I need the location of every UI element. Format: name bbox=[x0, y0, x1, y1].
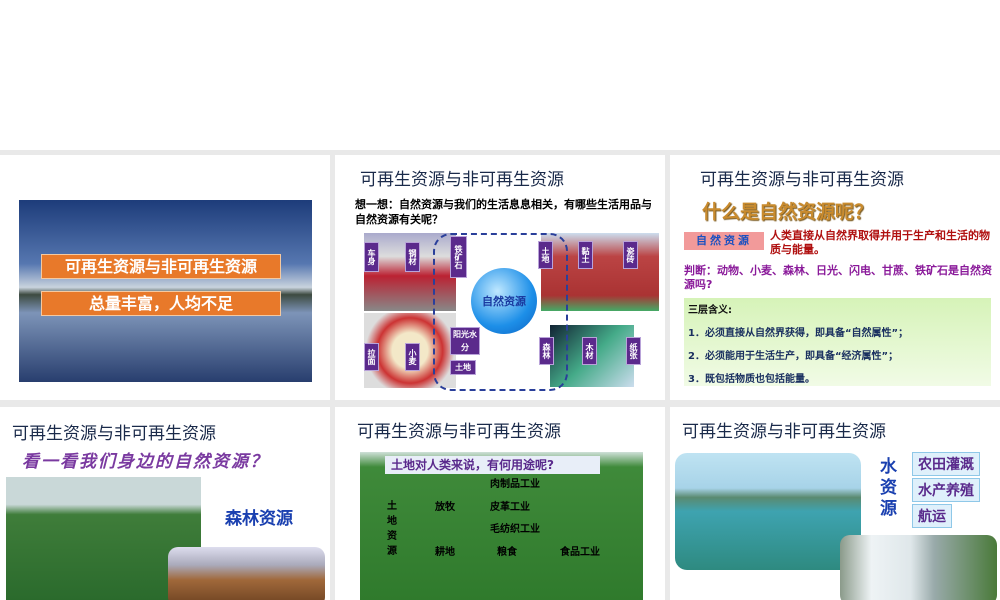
term-badge: 自然资源 bbox=[684, 232, 764, 250]
label-forest: 森林 bbox=[539, 337, 554, 365]
slide-title: 可再生资源与非可再生资源 bbox=[357, 422, 561, 442]
slide-thumbnail-2[interactable]: 可再生资源与非可再生资源 想一想：自然资源与我们的生活息息相关，有哪些生活用品与… bbox=[335, 155, 665, 400]
label-land-2: 土地 bbox=[450, 360, 476, 375]
question-banner: 土地对人类来说，有何用途呢? bbox=[385, 456, 600, 474]
meanings-box: 三层含义: 1．必须直接从自然界获得，即具备“自然属性”； 2．必须能用于生活生… bbox=[684, 298, 991, 386]
slide-thumbnail-5[interactable]: 可再生资源与非可再生资源 土地对人类来说，有何用途呢? 土地资源 放牧 耕地 肉… bbox=[335, 407, 665, 600]
dam-photo bbox=[840, 535, 997, 600]
meanings-title: 三层含义: bbox=[688, 305, 732, 316]
use-shipping: 航运 bbox=[912, 504, 952, 528]
slide-thumbnail-1[interactable]: 可再生资源与非可再生资源 总量丰富，人均不足 bbox=[0, 155, 330, 400]
slide-sorter-grid: 可再生资源与非可再生资源 总量丰富，人均不足 可再生资源与非可再生资源 想一想：… bbox=[0, 150, 1000, 600]
root-label: 土地资源 bbox=[387, 501, 397, 557]
timber-photo bbox=[168, 547, 325, 600]
slide-thumbnail-3[interactable]: 可再生资源与非可再生资源 什么是自然资源呢？ 自然资源 人类直接从自然界取得并用… bbox=[670, 155, 1000, 400]
natural-resource-circle: 自然资源 bbox=[471, 268, 537, 334]
question-heading: 看一看我们身边的自然资源？ bbox=[22, 452, 269, 472]
slide-title: 可再生资源与非可再生资源 bbox=[682, 422, 886, 442]
leaf-leather: 皮革工业 bbox=[490, 502, 530, 513]
slide-thumbnail-6[interactable]: 可再生资源与非可再生资源 水资源 农田灌溉 水产养殖 航运 bbox=[670, 407, 1000, 600]
label-wood: 木材 bbox=[582, 337, 597, 365]
meaning-2: 2．必须能用于生活生产，即具备“经济属性”； bbox=[688, 351, 899, 362]
use-irrigation: 农田灌溉 bbox=[912, 452, 980, 476]
slide-subtitle-banner: 总量丰富，人均不足 bbox=[41, 291, 281, 316]
meaning-1: 1．必须直接从自然界获得，即具备“自然属性”； bbox=[688, 328, 909, 339]
branch-farmland: 耕地 bbox=[435, 547, 455, 558]
label-body: 车身 bbox=[364, 242, 379, 272]
grain-label: 粮食 bbox=[497, 547, 517, 558]
slide-thumbnail-4[interactable]: 可再生资源与非可再生资源 看一看我们身边的自然资源？ 森林资源 bbox=[0, 407, 330, 600]
slide-title-banner: 可再生资源与非可再生资源 bbox=[41, 254, 281, 279]
label-clay: 黏土 bbox=[578, 241, 593, 269]
meaning-3: 3．既包括物质也包括能量。 bbox=[688, 374, 815, 385]
definition-text: 人类直接从自然界取得并用于生产和生活的物质与能量。 bbox=[770, 229, 990, 256]
slide-title: 可再生资源与非可再生资源 bbox=[700, 170, 904, 190]
label-tile: 瓷砖 bbox=[623, 241, 638, 269]
leaf-meat: 肉制品工业 bbox=[490, 479, 540, 490]
label-land-1: 土地 bbox=[538, 241, 553, 269]
slide-title: 可再生资源与非可再生资源 bbox=[12, 424, 216, 444]
branch-grazing: 放牧 bbox=[435, 502, 455, 513]
center-label: 自然资源 bbox=[482, 295, 526, 308]
forest-resource-label: 森林资源 bbox=[225, 509, 293, 529]
slide-title: 可再生资源与非可再生资源 bbox=[360, 170, 564, 190]
leaf-wool: 毛纺织工业 bbox=[490, 524, 540, 535]
label-steel: 钢材 bbox=[405, 242, 420, 272]
question-text: 想一想：自然资源与我们的生活息息相关，有哪些生活用品与自然资源有关呢？ bbox=[355, 198, 652, 226]
judge-text: 判断：动物、小麦、森林、日光、闪电、甘蔗、铁矿石是自然资源吗? bbox=[684, 264, 992, 291]
label-noodles: 拉面 bbox=[364, 343, 379, 371]
label-wheat: 小麦 bbox=[405, 343, 420, 371]
food-industry-label: 食品工业 bbox=[560, 547, 600, 558]
water-resource-label: 水资源 bbox=[880, 457, 897, 519]
bridge-photo bbox=[675, 453, 861, 570]
use-aquaculture: 水产养殖 bbox=[912, 478, 980, 502]
question-heading: 什么是自然资源呢？ bbox=[702, 201, 874, 223]
label-iron-ore: 铁矿石 bbox=[450, 236, 467, 278]
label-paper: 纸张 bbox=[626, 337, 641, 365]
label-sun-water: 阳光水分 bbox=[450, 327, 480, 355]
blank-top-area bbox=[0, 0, 1000, 150]
